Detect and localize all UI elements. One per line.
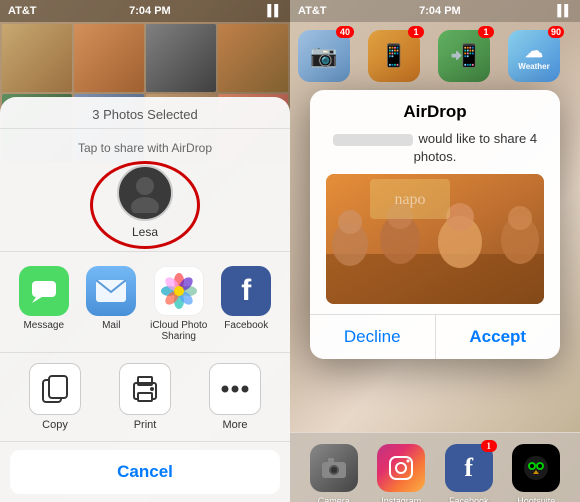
facebook-dock-icon[interactable]: f 1 — [445, 444, 493, 492]
facebook-icon[interactable]: f — [221, 266, 271, 316]
photo-preview-image: napo — [326, 174, 544, 304]
dock-hootsuite[interactable]: Hootsuite — [512, 444, 560, 492]
print-label: Print — [134, 419, 157, 431]
airdrop-section[interactable]: Tap to share with AirDrop Lesa — [0, 129, 290, 252]
airdrop-share-message: would like to share 4 photos. — [414, 131, 537, 164]
facebook-dock-label: Facebook — [449, 496, 489, 502]
photo-thumb[interactable] — [74, 24, 144, 92]
camera-dock-icon[interactable] — [310, 444, 358, 492]
share-sheet: 3 Photos Selected Tap to share with AirD… — [0, 97, 290, 502]
print-icon-box[interactable] — [119, 363, 171, 415]
airdrop-dialog-title: AirDrop — [310, 90, 560, 126]
weather-badge: 90 — [548, 26, 564, 38]
hs-app-3[interactable]: 📲 1 — [438, 30, 490, 82]
decline-button[interactable]: Decline — [310, 315, 436, 359]
copy-icon-box[interactable] — [29, 363, 81, 415]
camera-icon — [320, 456, 348, 480]
badge-40: 40 — [336, 26, 354, 38]
action-print[interactable]: Print — [110, 363, 180, 431]
share-header: 3 Photos Selected — [0, 97, 290, 129]
photo-thumb[interactable] — [218, 24, 288, 92]
airdrop-avatar[interactable] — [117, 165, 173, 221]
share-app-mail[interactable]: Mail — [82, 266, 140, 342]
facebook-badge: 1 — [481, 440, 497, 452]
hs-app-1[interactable]: 📷 40 — [298, 30, 350, 82]
instagram-dock-icon[interactable] — [377, 444, 425, 492]
airdrop-sender-name — [333, 134, 413, 146]
dock-facebook[interactable]: f 1 Facebook — [445, 444, 493, 492]
svg-text:napo: napo — [394, 191, 425, 208]
share-app-icloud[interactable]: iCloud Photo Sharing — [150, 266, 208, 342]
person-silhouette-icon — [125, 173, 165, 213]
mail-icon[interactable] — [86, 266, 136, 316]
hs-app-2[interactable]: 📱 1 — [368, 30, 420, 82]
carrier-left: AT&T — [8, 5, 37, 17]
photo-thumb[interactable] — [2, 24, 72, 92]
airdrop-photo-preview: napo — [326, 174, 544, 304]
hootsuite-icon — [522, 454, 550, 482]
dock-instagram[interactable]: Instagram — [377, 444, 425, 492]
battery-right: ▐ ▌ — [553, 5, 572, 17]
airdrop-person-name: Lesa — [132, 225, 158, 239]
photo-thumb[interactable] — [146, 24, 216, 92]
mail-app-label: Mail — [102, 320, 120, 331]
action-icons-row: Copy Print — [0, 353, 290, 442]
print-icon — [130, 375, 160, 403]
airdrop-dialog-message: would like to share 4 photos. — [310, 126, 560, 174]
instagram-dock-label: Instagram — [381, 496, 421, 502]
carrier-right: AT&T — [298, 5, 327, 17]
share-app-message[interactable]: Message — [15, 266, 73, 342]
badge-1: 1 — [408, 26, 424, 38]
dock: Camera Instagram f 1 Facebook — [290, 432, 580, 502]
message-icon[interactable] — [19, 266, 69, 316]
airdrop-hint: Tap to share with AirDrop — [78, 141, 212, 155]
more-dots-icon — [220, 384, 250, 394]
mail-envelope-icon — [96, 280, 126, 302]
homescreen-icons: 📷 40 📱 1 📲 1 ☁ Weather 90 — [290, 22, 580, 90]
status-bar-right: AT&T 7:04 PM ▐ ▌ — [290, 0, 580, 22]
app-icons-row: Message Mail — [0, 252, 290, 353]
accept-button[interactable]: Accept — [436, 315, 561, 359]
action-more[interactable]: More — [200, 363, 270, 431]
airdrop-dialog-actions: Decline Accept — [310, 314, 560, 359]
hs-app-weather[interactable]: ☁ Weather 90 — [508, 30, 560, 82]
more-label: More — [222, 419, 247, 431]
airdrop-dialog: AirDrop would like to share 4 photos. — [310, 90, 560, 359]
status-bar-left: AT&T 7:04 PM ▐ ▌ — [0, 0, 290, 22]
cancel-button[interactable]: Cancel — [10, 450, 280, 494]
instagram-icon — [387, 454, 415, 482]
time-right: 7:04 PM — [419, 5, 461, 17]
action-copy[interactable]: Copy — [20, 363, 90, 431]
battery-left: ▐ ▌ — [263, 5, 282, 17]
copy-label: Copy — [42, 419, 68, 431]
camera-dock-label: Camera — [318, 496, 350, 502]
copy-icon — [41, 374, 69, 404]
dock-camera[interactable]: Camera — [310, 444, 358, 492]
left-phone: AT&T 7:04 PM ▐ ▌ 3 Photos Selected Tap t… — [0, 0, 290, 502]
time-left: 7:04 PM — [129, 5, 171, 17]
hootsuite-dock-label: Hootsuite — [517, 496, 555, 502]
icloud-app-label: iCloud Photo Sharing — [150, 320, 208, 342]
badge-1b: 1 — [478, 26, 494, 38]
more-icon-box[interactable] — [209, 363, 261, 415]
share-app-facebook[interactable]: f Facebook — [217, 266, 275, 342]
photos-pinwheel-icon — [160, 272, 198, 310]
icloud-photo-icon[interactable] — [154, 266, 204, 316]
hootsuite-dock-icon[interactable] — [512, 444, 560, 492]
airdrop-person[interactable]: Lesa — [117, 165, 173, 239]
preview-image-svg: napo — [326, 174, 544, 304]
facebook-app-label: Facebook — [224, 320, 268, 331]
right-phone: AT&T 7:04 PM ▐ ▌ 📷 40 📱 1 📲 1 ☁ Weather … — [290, 0, 580, 502]
message-bubble-icon — [30, 277, 58, 305]
message-app-label: Message — [23, 320, 64, 331]
selected-count: 3 Photos Selected — [92, 107, 198, 122]
